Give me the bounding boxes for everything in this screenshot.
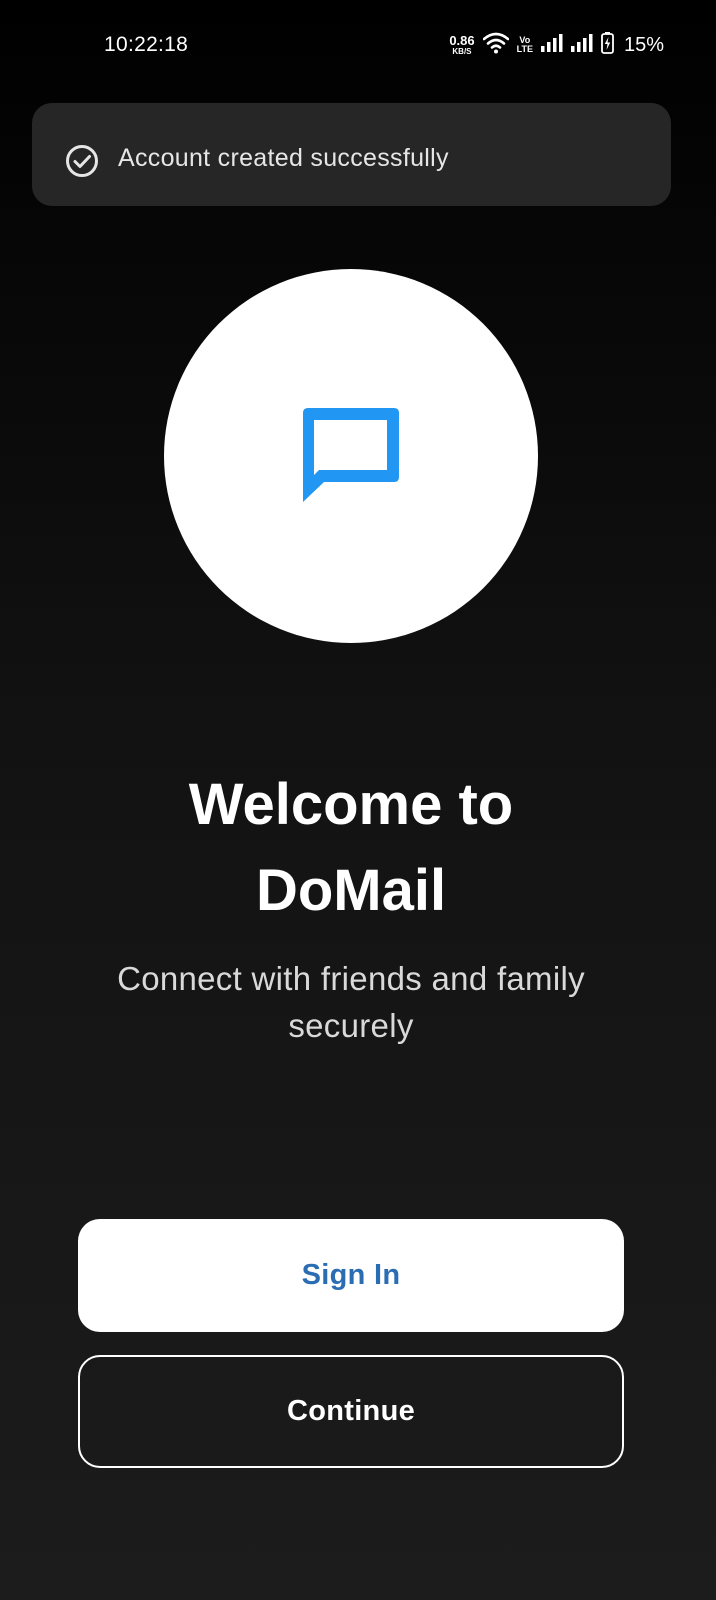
status-time: 10:22:18	[104, 33, 189, 56]
volte-indicator: Vo LTE	[517, 36, 533, 54]
network-speed: 0.86 KB/S	[449, 34, 474, 56]
welcome-title-line1: Welcome to	[188, 772, 514, 837]
battery-charging-icon	[601, 31, 614, 59]
sign-in-label: Sign In	[301, 1259, 401, 1291]
continue-label: Continue	[286, 1395, 416, 1427]
network-speed-value: 0.86	[449, 33, 475, 48]
volte-bottom: LTE	[516, 44, 533, 54]
signal-icon	[540, 33, 563, 57]
continue-button[interactable]: Continue	[78, 1355, 624, 1468]
signal-icon	[570, 33, 593, 57]
welcome-subtitle-line2: securely	[288, 1007, 414, 1044]
check-circle-icon	[65, 144, 99, 183]
welcome-title-line2: DoMail	[255, 858, 447, 923]
status-bar: 10:22:18 0.86 KB/S Vo LTE 15%	[0, 0, 716, 90]
network-speed-unit: KB/S	[452, 47, 472, 56]
welcome-subtitle: Connect with friends and family securely	[60, 955, 642, 1049]
welcome-screen: 10:22:18 0.86 KB/S Vo LTE 15% Account cr…	[0, 0, 716, 1600]
wifi-icon	[482, 32, 509, 59]
welcome-subtitle-line1: Connect with friends and family	[117, 960, 585, 997]
chat-bubble-icon	[300, 405, 402, 510]
status-indicators: 0.86 KB/S Vo LTE 15%	[449, 31, 664, 59]
toast-message: Account created successfully	[118, 144, 449, 172]
welcome-title: Welcome to DoMail	[0, 762, 702, 934]
battery-percent: 15%	[623, 33, 664, 56]
sign-in-button[interactable]: Sign In	[78, 1219, 624, 1332]
